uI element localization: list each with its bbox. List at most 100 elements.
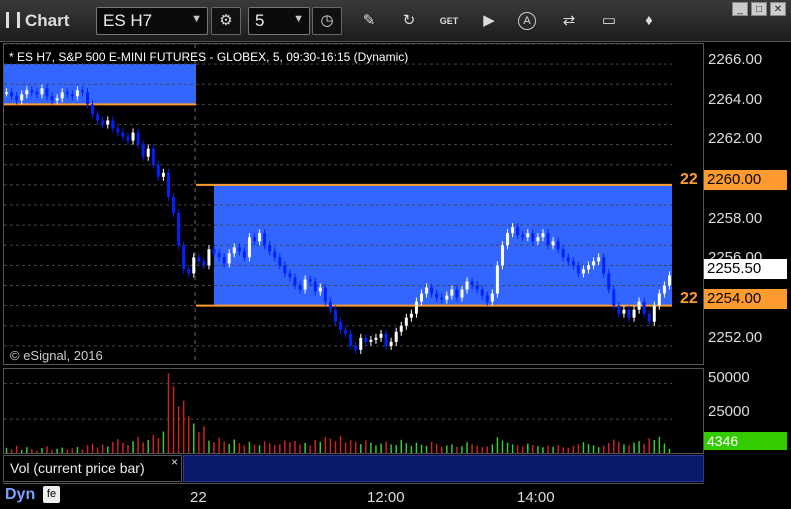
link-icon[interactable]: ⇄ [558, 10, 580, 32]
price-candle-body [75, 90, 79, 97]
price-candle-body [80, 90, 84, 93]
price-candle-body [622, 309, 626, 314]
price-candle-body [602, 257, 606, 274]
axis-corner [704, 455, 791, 509]
price-candle-body [637, 301, 641, 310]
price-candle-body [202, 261, 206, 266]
volume-chart-svg [4, 373, 672, 453]
volume-chart[interactable] [3, 368, 704, 454]
price-candle-body [268, 245, 272, 252]
price-candle-body [374, 337, 378, 340]
price-candle-body [106, 120, 110, 125]
symbol-combo[interactable]: ES H7 ▼ [96, 7, 208, 35]
get-icon[interactable]: GET [438, 10, 460, 32]
price-candle-body [212, 249, 216, 254]
price-tick: 2262.00 [708, 130, 763, 147]
dropdown-arrow-icon: ▼ [191, 13, 202, 25]
play-icon[interactable]: ▶ [478, 10, 500, 32]
volume-tick: 50000 [708, 369, 750, 386]
chart-app-icon [6, 12, 20, 28]
price-candle-body [35, 92, 39, 95]
price-candle-body [521, 235, 525, 238]
price-candle-body [20, 94, 24, 101]
volume-panel-scroll[interactable] [183, 455, 704, 482]
price-candle-body [111, 120, 115, 129]
draw-pencil-icon[interactable]: ✎ [358, 10, 380, 32]
price-candle-body [541, 233, 545, 238]
dropdown-arrow-icon: ▼ [293, 13, 304, 25]
lower-level-price-tag: 2254.00 [704, 289, 787, 309]
price-candle-body [420, 293, 423, 302]
maximize-icon[interactable]: □ [751, 2, 767, 16]
price-candle-body [556, 241, 560, 250]
price-candle-body [511, 227, 515, 234]
time-tick: 22 [190, 489, 207, 506]
comment-icon[interactable]: ▭ [598, 10, 620, 32]
price-candle-body [354, 345, 358, 350]
price-candle-body [455, 289, 459, 298]
volume-panel-label-text: Vol (current price bar) [10, 460, 145, 476]
chart-title: * ES H7, S&P 500 E-MINI FUTURES - GLOBEX… [9, 50, 409, 64]
price-candle-body [278, 257, 282, 266]
alert-icon[interactable]: A [518, 12, 536, 30]
price-candle-body [263, 233, 267, 246]
price-candle-body [516, 227, 520, 236]
price-candle-body [86, 92, 89, 105]
price-candle-body [192, 257, 196, 274]
dynamic-mode-label[interactable]: Dyn [5, 486, 35, 504]
price-candle-body [187, 269, 191, 274]
twitter-icon[interactable]: ♦ [638, 10, 660, 32]
volume-panel-label[interactable]: Vol (current price bar) [3, 455, 182, 482]
minimize-icon[interactable]: _ [732, 2, 748, 16]
price-tick: 2252.00 [708, 329, 763, 346]
price-candle-body [45, 88, 49, 97]
clock-icon[interactable]: ◷ [312, 7, 342, 35]
price-candle-body [667, 275, 671, 286]
price-candle-body [652, 305, 656, 322]
price-candle-body [465, 281, 469, 290]
price-candle-body [283, 265, 287, 274]
settings-icon[interactable]: ⚙ [211, 7, 241, 35]
price-candle-body [404, 317, 408, 326]
price-candle-body [460, 289, 464, 298]
price-chart-svg [4, 44, 672, 364]
time-tick: 12:00 [367, 489, 405, 506]
price-candle-body [506, 233, 510, 246]
time-axis[interactable]: 22 12:00 14:00 [3, 483, 704, 509]
price-candle-body [379, 333, 383, 338]
price-candle-body [318, 287, 322, 292]
price-axis[interactable]: 2266.00 2264.00 2262.00 2258.00 2256.00 … [704, 43, 787, 365]
dynamic-mode-icon[interactable]: fe [43, 486, 60, 503]
price-chart[interactable]: * ES H7, S&P 500 E-MINI FUTURES - GLOBEX… [3, 43, 704, 365]
price-candle-body [475, 285, 479, 290]
price-candle-body [323, 287, 327, 302]
price-candle-body [25, 90, 29, 95]
price-candle-body [359, 337, 363, 350]
price-candle-body [425, 287, 429, 294]
price-candle-body [222, 257, 226, 264]
price-candle-body [607, 273, 611, 290]
price-candle-body [207, 249, 211, 266]
price-candle-body [566, 257, 570, 262]
volume-tick: 25000 [708, 403, 750, 420]
price-candle-body [364, 337, 368, 342]
price-candle-body [536, 237, 540, 242]
price-candle-body [242, 251, 246, 258]
interval-combo[interactable]: 5 ▼ [248, 7, 310, 35]
price-candle-body [399, 325, 403, 332]
price-candle-body [647, 313, 651, 322]
refresh-icon[interactable]: ↻ [398, 10, 420, 32]
price-candle-body [526, 233, 530, 238]
price-candle-body [369, 339, 373, 342]
price-candle-body [495, 265, 499, 294]
price-candle-body [65, 92, 69, 95]
price-candle-body [258, 233, 262, 242]
price-candle-body [166, 172, 170, 197]
close-icon[interactable]: × [171, 455, 178, 469]
close-icon[interactable]: ✕ [770, 2, 786, 16]
price-candle-body [303, 279, 307, 290]
price-tick: 2264.00 [708, 91, 763, 108]
volume-axis: 50000 25000 0 4346 [704, 368, 787, 454]
price-candle-body [480, 289, 484, 296]
alert-icon-label: A [523, 15, 531, 27]
